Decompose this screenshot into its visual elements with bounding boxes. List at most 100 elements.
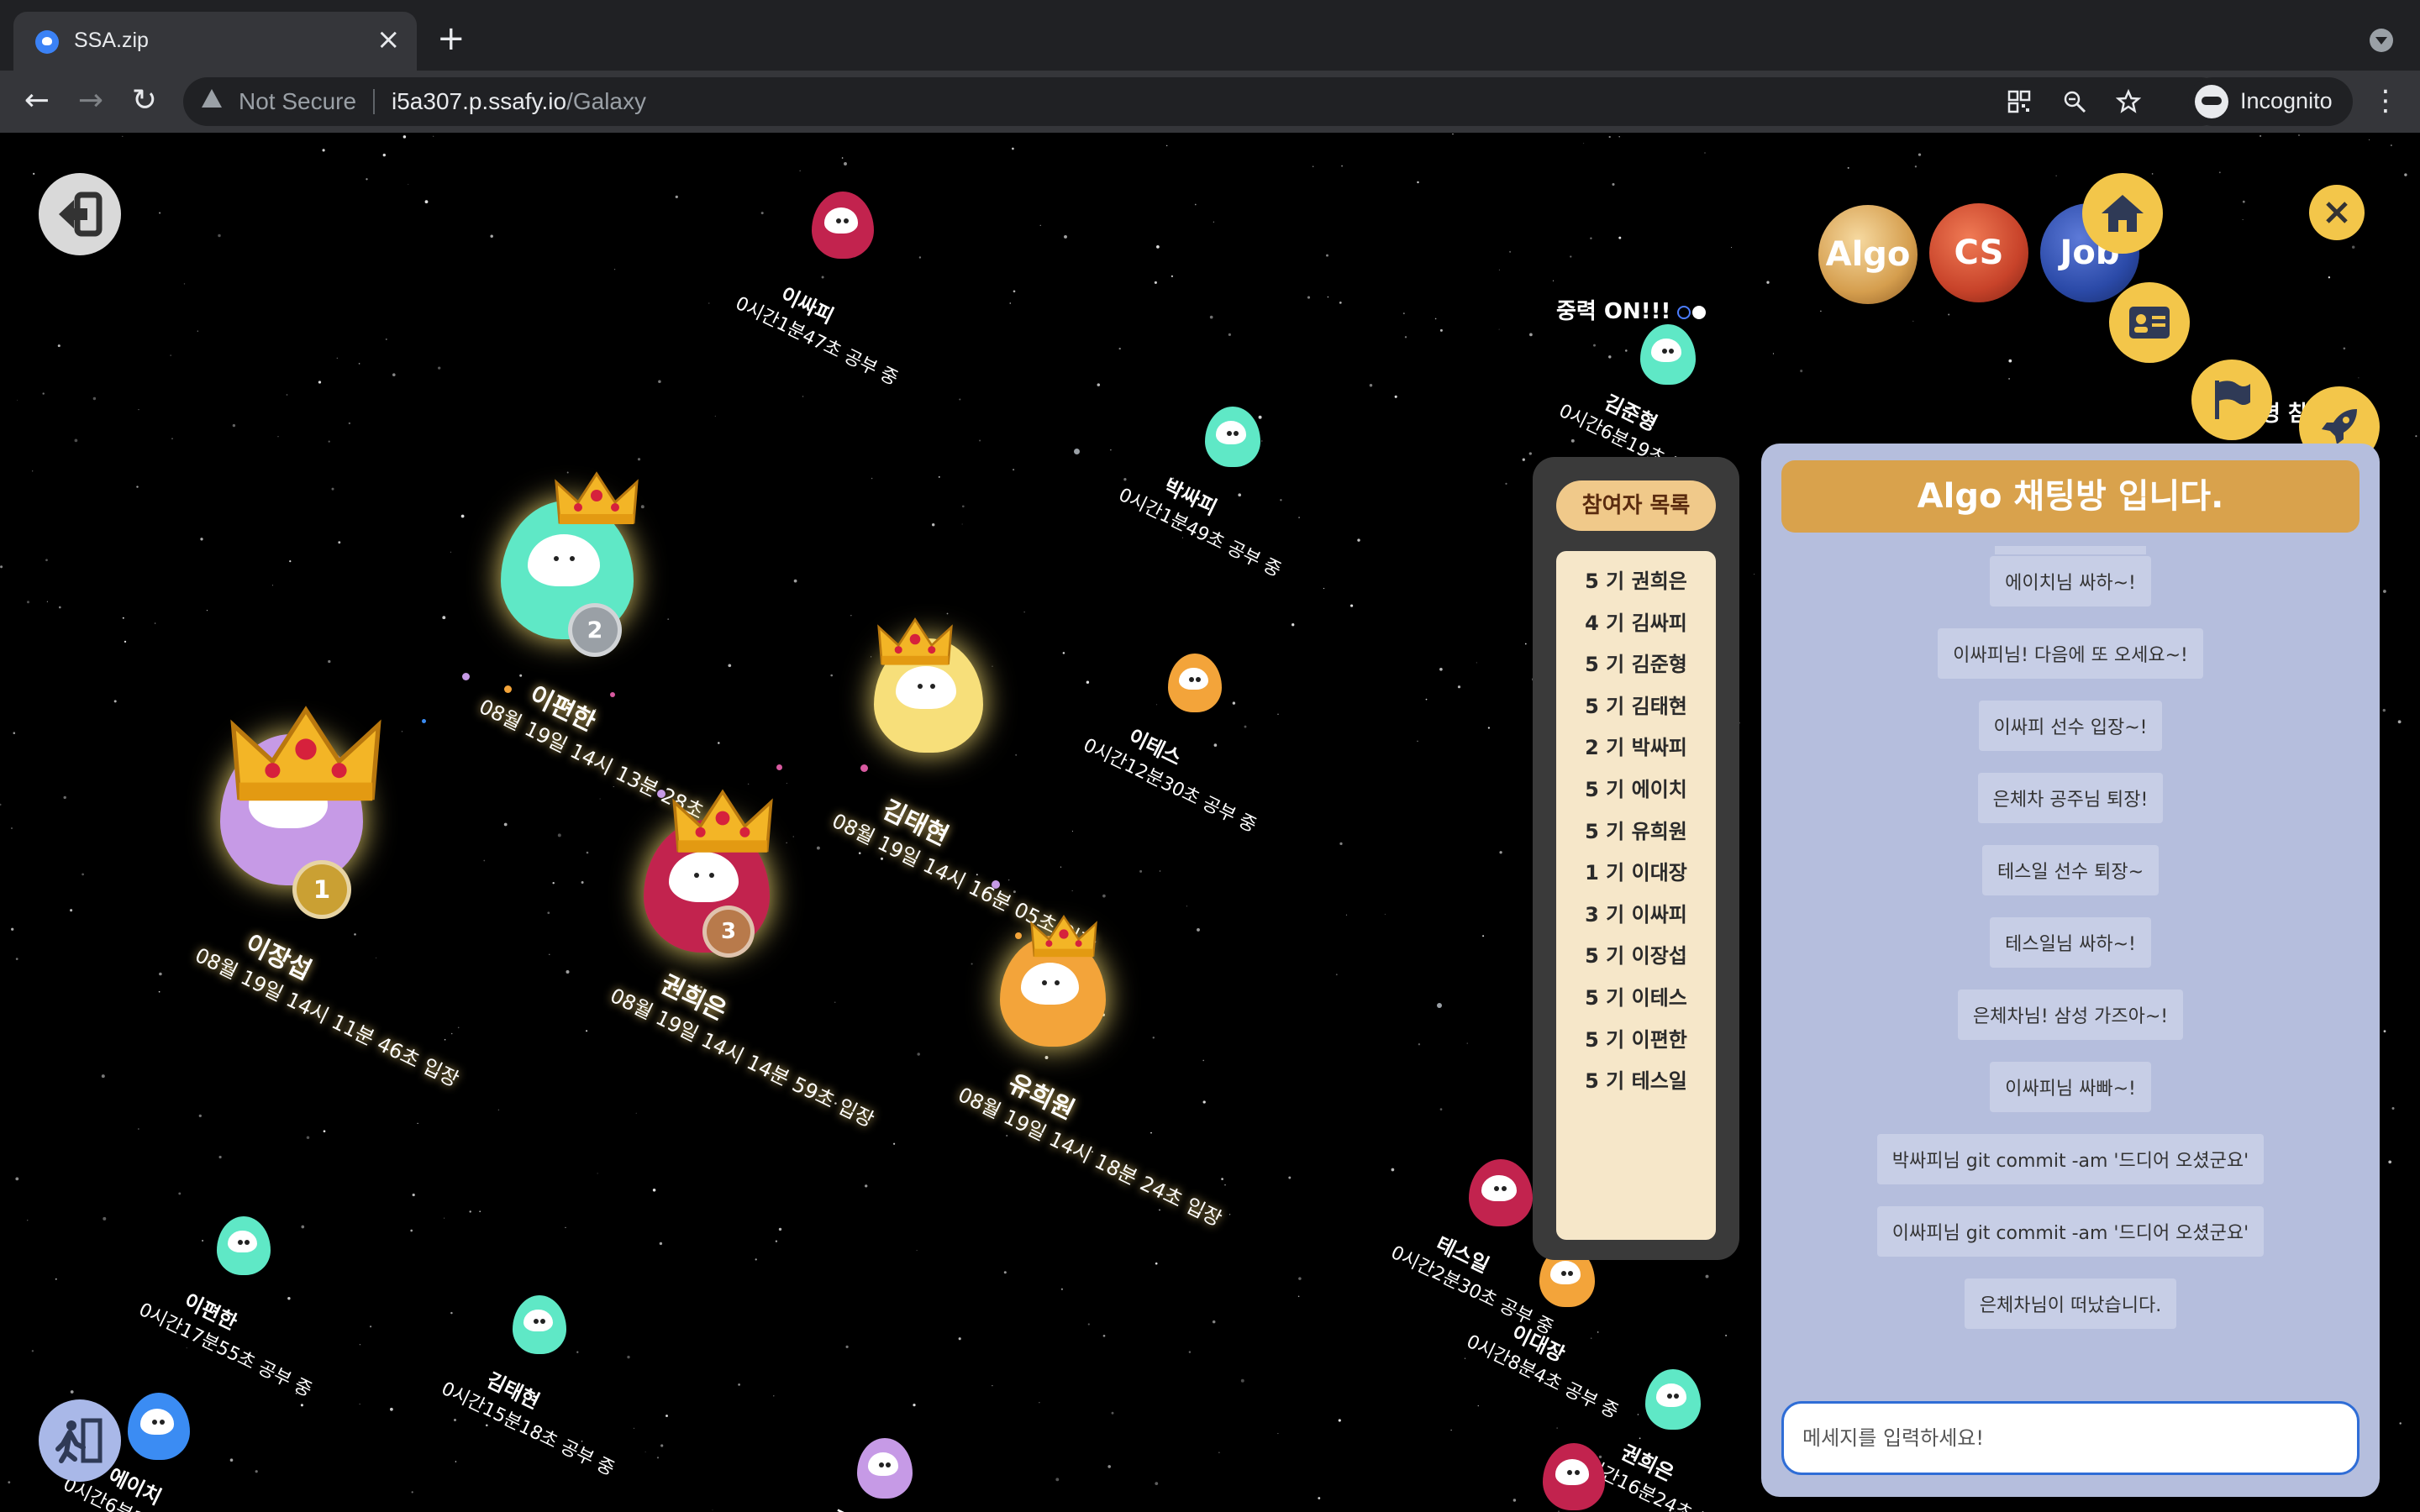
chat-message-list: 에이치님 싸하~! 이싸피님! 다음에 또 오세요~! 이싸피 선수 입장~! 은체차… — [1761, 553, 2380, 1329]
character[interactable] — [1640, 324, 1696, 385]
eye — [1042, 979, 1048, 985]
url-path: /Galaxy — [566, 88, 646, 114]
id-card-icon — [2129, 307, 2170, 339]
rank-medal-icon: 2 — [568, 603, 622, 657]
tab-title: SSA.zip — [74, 29, 149, 52]
divider — [373, 89, 375, 114]
reload-button[interactable]: ↻ — [126, 82, 163, 119]
particle — [1437, 1003, 1442, 1008]
participant-item: 5 기 에이치 — [1585, 777, 1687, 801]
eye — [534, 1318, 539, 1324]
character-face — [1550, 1261, 1581, 1284]
bookmark-star-icon[interactable] — [2116, 89, 2141, 114]
exit-button[interactable] — [39, 173, 121, 255]
toggle-knob-icon — [1692, 305, 1707, 319]
particle — [992, 880, 1000, 889]
home-button[interactable] — [2082, 173, 2163, 254]
character-face — [1178, 667, 1208, 690]
character[interactable] — [1205, 407, 1260, 467]
browser-menu-button[interactable]: ⋮ — [2371, 82, 2400, 119]
character[interactable] — [1543, 1443, 1605, 1510]
particle — [1015, 932, 1022, 939]
chat-message-text: 이싸피님 싸빠~! — [1990, 1062, 2151, 1112]
url-text[interactable]: i5a307.p.ssafy.io/Galaxy — [392, 88, 646, 115]
eye — [1662, 348, 1668, 354]
participant-item: 2 기 박싸피 — [1585, 736, 1687, 760]
character-face — [896, 665, 956, 710]
eye — [152, 1419, 158, 1425]
chat-message-text: 이싸피 선수 입장~! — [1978, 701, 2163, 751]
incognito-profile[interactable]: Incognito — [2188, 77, 2353, 126]
qr-code-icon[interactable] — [2007, 89, 2032, 114]
character[interactable] — [217, 1216, 271, 1275]
incognito-icon — [2195, 85, 2228, 118]
character[interactable] — [1469, 1159, 1533, 1226]
chat-message: 은체차님! 삼성 가즈아~! — [1761, 990, 2380, 1040]
eye — [1567, 1469, 1573, 1475]
security-label[interactable]: Not Secure — [239, 88, 356, 115]
profile-card-button[interactable] — [2109, 282, 2190, 363]
eye — [1494, 1185, 1500, 1191]
participant-item: 5 기 김준형 — [1585, 653, 1687, 677]
particle — [657, 790, 666, 798]
leave-room-button[interactable] — [39, 1399, 121, 1482]
tab-search-icon[interactable] — [2370, 29, 2393, 52]
chat-message: 테스일님 싸하~! — [1761, 917, 2380, 968]
chat-message-text: 테스일님 싸하~! — [1990, 917, 2151, 968]
particle — [776, 764, 782, 770]
character[interactable] — [1168, 654, 1222, 712]
zoom-icon[interactable] — [2062, 89, 2087, 114]
eye — [708, 873, 714, 879]
participant-panel: 참여자 목록 5 기 권희은 4 기 김싸피 5 기 김준형 5 기 김태현 2 기 박… — [1533, 457, 1739, 1260]
chat-message-text: 박싸피님 git commit -am '드디어 오셨군요' — [1876, 1134, 2265, 1184]
room-cs-button[interactable]: CS — [1929, 203, 2028, 302]
character-face — [1555, 1459, 1590, 1485]
back-button[interactable]: ← — [18, 82, 55, 119]
browser-toolbar: ← → ↻ Not Secure i5a307.p.ssafy.io/Galax… — [0, 71, 2420, 133]
new-tab-button[interactable]: + — [437, 22, 466, 55]
particle — [422, 719, 426, 723]
close-room-button[interactable] — [2309, 185, 2365, 240]
character-face — [823, 207, 859, 234]
character[interactable] — [1645, 1369, 1701, 1430]
character-face — [1216, 421, 1247, 444]
browser-tab-bar: SSA.zip × + — [0, 0, 2420, 71]
chat-title: Algo 채팅방 입니다. — [1781, 460, 2360, 533]
character-face — [523, 1309, 553, 1332]
eye — [1055, 979, 1060, 985]
character[interactable] — [513, 1295, 566, 1354]
tab-close-button[interactable]: × — [376, 25, 401, 54]
browser-tab[interactable]: SSA.zip × — [13, 12, 417, 71]
participant-title[interactable]: 참여자 목록 — [1556, 480, 1716, 531]
character[interactable] — [812, 192, 874, 259]
crown-icon — [1030, 914, 1097, 958]
address-bar[interactable]: Not Secure i5a307.p.ssafy.io/Galaxy — [183, 77, 2225, 126]
participant-list: 5 기 권희은 4 기 김싸피 5 기 김준형 5 기 김태현 2 기 박싸피 5 기 에… — [1556, 551, 1716, 1240]
rank-medal-icon: 3 — [702, 906, 755, 958]
chat-message: 이싸피님 싸빠~! — [1761, 1062, 2380, 1112]
room-algo-button[interactable]: Algo — [1818, 205, 1918, 304]
rank-medal-icon: 1 — [292, 860, 351, 919]
character[interactable] — [857, 1438, 913, 1499]
profile-label: Incognito — [2240, 88, 2333, 113]
chat-message-text: 이싸피님 git commit -am '드디어 오셨군요' — [1876, 1206, 2265, 1257]
chat-message: 이싸피님 git commit -am '드디어 오셨군요' — [1761, 1206, 2380, 1257]
participant-item: 5 기 테스일 — [1585, 1069, 1687, 1094]
flag-button[interactable] — [2191, 360, 2272, 440]
chat-message: 은체차 공주님 퇴장! — [1761, 773, 2380, 823]
crown-icon — [672, 789, 773, 853]
chat-message: 박싸피님 git commit -am '드디어 오셨군요' — [1761, 1134, 2380, 1184]
eye — [1234, 430, 1239, 436]
eye — [693, 873, 699, 879]
eye — [1667, 1393, 1673, 1399]
forward-button[interactable]: → — [72, 82, 109, 119]
character-face — [139, 1409, 175, 1435]
flag-icon — [2215, 381, 2250, 419]
participant-item: 3 기 이싸피 — [1585, 902, 1687, 927]
crown-icon — [230, 706, 381, 801]
eye — [1669, 348, 1675, 354]
chat-input[interactable]: 메세지를 입력하세요! — [1781, 1401, 2360, 1475]
character[interactable] — [128, 1393, 190, 1460]
chat-message-text: 이싸피님! 다음에 또 오세요~! — [1938, 628, 2203, 679]
gravity-toggle[interactable]: 중력 ON!!! — [1556, 294, 1707, 325]
